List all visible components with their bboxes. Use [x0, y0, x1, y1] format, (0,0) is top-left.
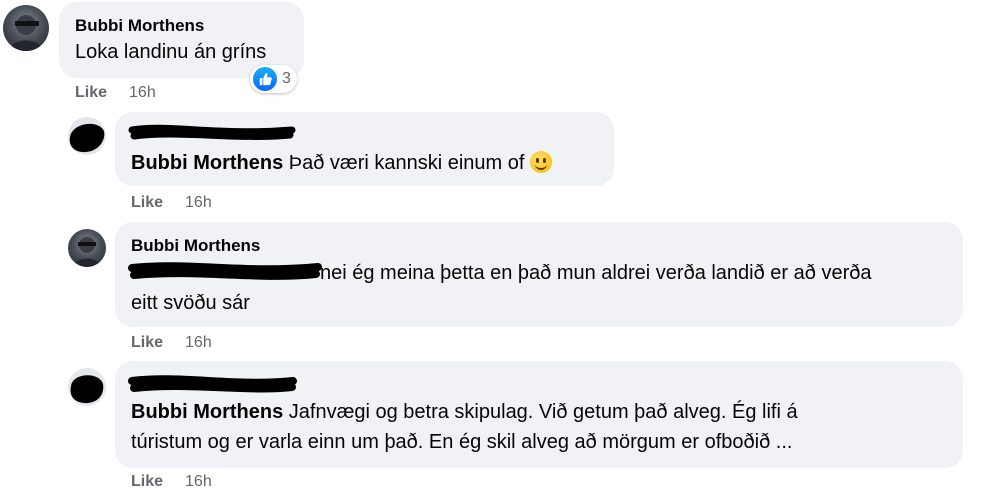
timestamp[interactable]: 16h [185, 194, 212, 211]
avatar[interactable] [68, 117, 106, 155]
mention-link[interactable]: Bubbi Morthens [131, 152, 283, 174]
comment-text-line: nei ég meina þetta en það mun aldrei ver… [320, 262, 872, 284]
comment-text: Loka landinu án gríns [75, 41, 267, 63]
mention-link[interactable]: Bubbi Morthens [131, 401, 283, 423]
comment-text: Bubbi Morthens Það væri kannski einum of [131, 148, 552, 178]
reaction-count: 3 [282, 70, 291, 87]
like-thumb-icon [253, 67, 277, 91]
comment-meta: Like 16h [131, 194, 212, 212]
comment-meta: Like 16h [131, 334, 212, 352]
avatar[interactable] [68, 368, 106, 406]
like-button[interactable]: Like [131, 473, 163, 490]
timestamp[interactable]: 16h [185, 334, 212, 351]
redacted-name [128, 262, 322, 280]
smiley-emoji-icon [530, 151, 552, 173]
comment-author[interactable]: Bubbi Morthens [131, 236, 260, 256]
timestamp[interactable]: 16h [185, 473, 212, 490]
comment-text-line: eitt svöðu sár [131, 292, 250, 314]
avatar[interactable] [68, 229, 106, 267]
redacted-name [128, 375, 297, 393]
reaction-summary[interactable]: 3 [250, 65, 297, 93]
timestamp[interactable]: 16h [129, 84, 156, 101]
comment-text-line: Bubbi Morthens Jafnvægi og betra skipula… [131, 401, 798, 423]
like-button[interactable]: Like [131, 334, 163, 351]
comment-meta: Like 16h [75, 84, 156, 102]
like-button[interactable]: Like [75, 84, 107, 101]
like-button[interactable]: Like [131, 194, 163, 211]
comment-text-line: túristum og er varla einn um það. En ég … [131, 431, 793, 453]
avatar[interactable] [3, 5, 49, 51]
comment-meta: Like 16h [131, 473, 212, 491]
redacted-name [128, 124, 296, 140]
comment-author[interactable]: Bubbi Morthens [75, 16, 204, 36]
